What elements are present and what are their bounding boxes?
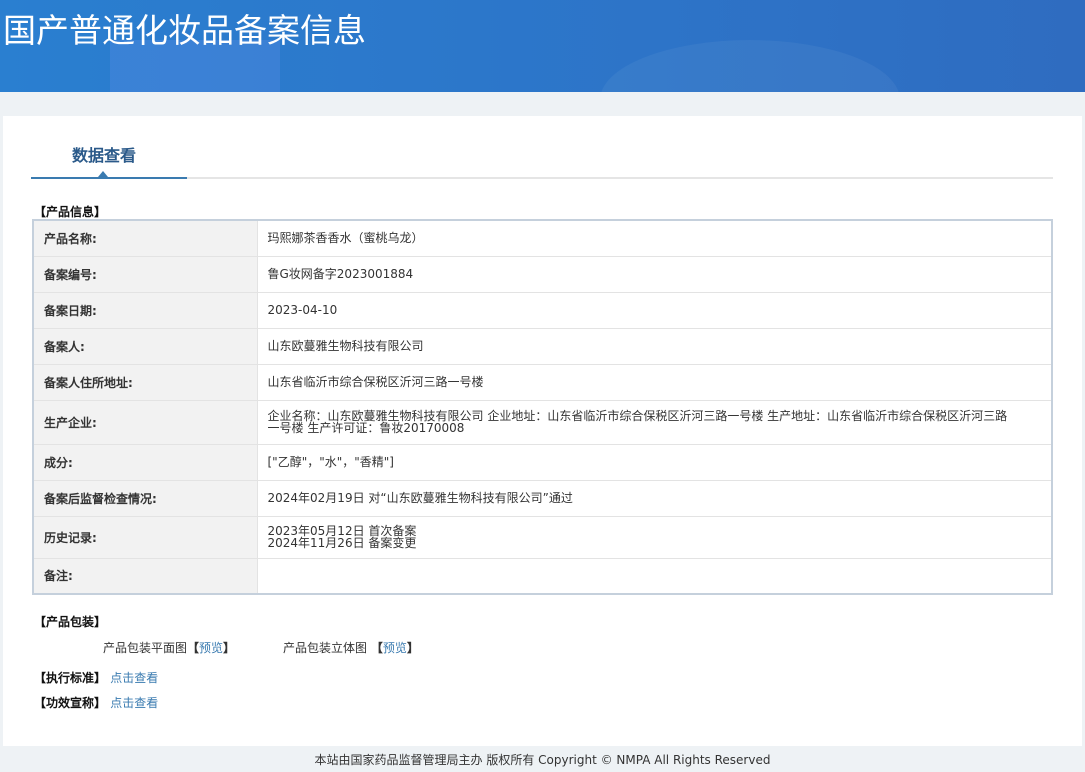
row-label: 备案人:	[32, 327, 258, 365]
row-label: 备案人住所地址:	[32, 363, 258, 401]
row-label: 生产企业:	[32, 399, 258, 445]
row-label: 备案编号:	[32, 255, 258, 293]
packaging-flat-label: 产品包装平面图	[103, 641, 188, 655]
bracket: 【	[187, 641, 200, 655]
row-value: 2023年05月12日 首次备案 2024年11月26日 备案变更	[256, 515, 1053, 559]
row-value: ["乙醇"，"水"，"香精"]	[256, 443, 1053, 481]
row-label: 历史记录:	[32, 515, 258, 559]
bracket: 【	[370, 641, 383, 655]
history-entry: 2024年11月26日 备案变更	[267, 536, 417, 550]
row-value: 鲁G妆网备字2023001884	[256, 255, 1053, 293]
product-info-section-label: 【产品信息】	[34, 205, 107, 219]
product-info-table: 产品名称: 玛熙娜茶香香水（蜜桃乌龙） 备案编号: 鲁G妆网备字2023001884…	[32, 219, 1053, 595]
table-row: 备案人住所地址: 山东省临沂市综合保税区沂河三路一号楼	[32, 363, 1053, 401]
packaging-3d-label: 产品包装立体图	[283, 641, 368, 655]
efficacy-label: 【功效宣称】	[34, 696, 107, 710]
table-row: 备案日期: 2023-04-10	[32, 291, 1053, 329]
active-tab-indicator-icon	[98, 171, 108, 177]
bracket: 】	[406, 641, 419, 655]
table-row: 备案编号: 鲁G妆网备字2023001884	[32, 255, 1053, 293]
table-row: 备案人: 山东欧蔓雅生物科技有限公司	[32, 327, 1053, 365]
tab-data-view[interactable]: 数据查看	[72, 142, 136, 166]
content-card: 数据查看 【产品信息】 产品名称: 玛熙娜茶香香水（蜜桃乌龙） 备案编号: 鲁G妆网…	[3, 116, 1082, 746]
preview-3d-link[interactable]: 预览	[383, 641, 407, 655]
row-value: 企业名称：山东欧蔓雅生物科技有限公司 企业地址：山东省临沂市综合保税区沂河三路一…	[256, 399, 1053, 445]
tab-underline	[31, 171, 1053, 179]
row-value: 山东省临沂市综合保税区沂河三路一号楼	[256, 363, 1053, 401]
standard-view-link[interactable]: 点击查看	[110, 671, 158, 685]
table-row: 成分: ["乙醇"，"水"，"香精"]	[32, 443, 1053, 481]
page-title: 国产普通化妆品备案信息	[3, 11, 366, 50]
row-value: 2024年02月19日 对“山东欧蔓雅生物科技有限公司”通过	[256, 479, 1053, 517]
bracket: 】	[223, 641, 236, 655]
table-row: 历史记录: 2023年05月12日 首次备案 2024年11月26日 备案变更	[32, 515, 1053, 559]
packaging-flat: 产品包装平面图【预览】	[103, 639, 235, 656]
packaging-3d: 产品包装立体图 【预览】	[283, 639, 419, 656]
row-label: 产品名称:	[32, 219, 258, 257]
row-value: 2023-04-10	[256, 291, 1053, 329]
banner-decoration	[600, 40, 900, 92]
efficacy-section: 【功效宣称】 点击查看	[34, 694, 158, 711]
efficacy-view-link[interactable]: 点击查看	[110, 696, 158, 710]
table-row: 生产企业: 企业名称：山东欧蔓雅生物科技有限公司 企业地址：山东省临沂市综合保税区…	[32, 399, 1053, 445]
packaging-section-label: 【产品包装】	[34, 615, 107, 629]
standard-label: 【执行标准】	[34, 671, 107, 685]
row-label: 备案后监督检查情况:	[32, 479, 258, 517]
table-row: 产品名称: 玛熙娜茶香香水（蜜桃乌龙）	[32, 219, 1053, 257]
row-value	[256, 557, 1053, 595]
standard-section: 【执行标准】 点击查看	[34, 669, 158, 686]
row-value: 山东欧蔓雅生物科技有限公司	[256, 327, 1053, 365]
row-label: 备注:	[32, 557, 258, 595]
header-banner: 国产普通化妆品备案信息	[0, 0, 1085, 92]
table-row: 备案后监督检查情况: 2024年02月19日 对“山东欧蔓雅生物科技有限公司”通过	[32, 479, 1053, 517]
preview-flat-link[interactable]: 预览	[199, 641, 223, 655]
table-row: 备注:	[32, 557, 1053, 595]
row-label: 备案日期:	[32, 291, 258, 329]
footer-copyright: 本站由国家药品监督管理局主办 版权所有 Copyright © NMPA All…	[314, 753, 771, 767]
row-label: 成分:	[32, 443, 258, 481]
row-value: 玛熙娜茶香香水（蜜桃乌龙）	[256, 219, 1053, 257]
